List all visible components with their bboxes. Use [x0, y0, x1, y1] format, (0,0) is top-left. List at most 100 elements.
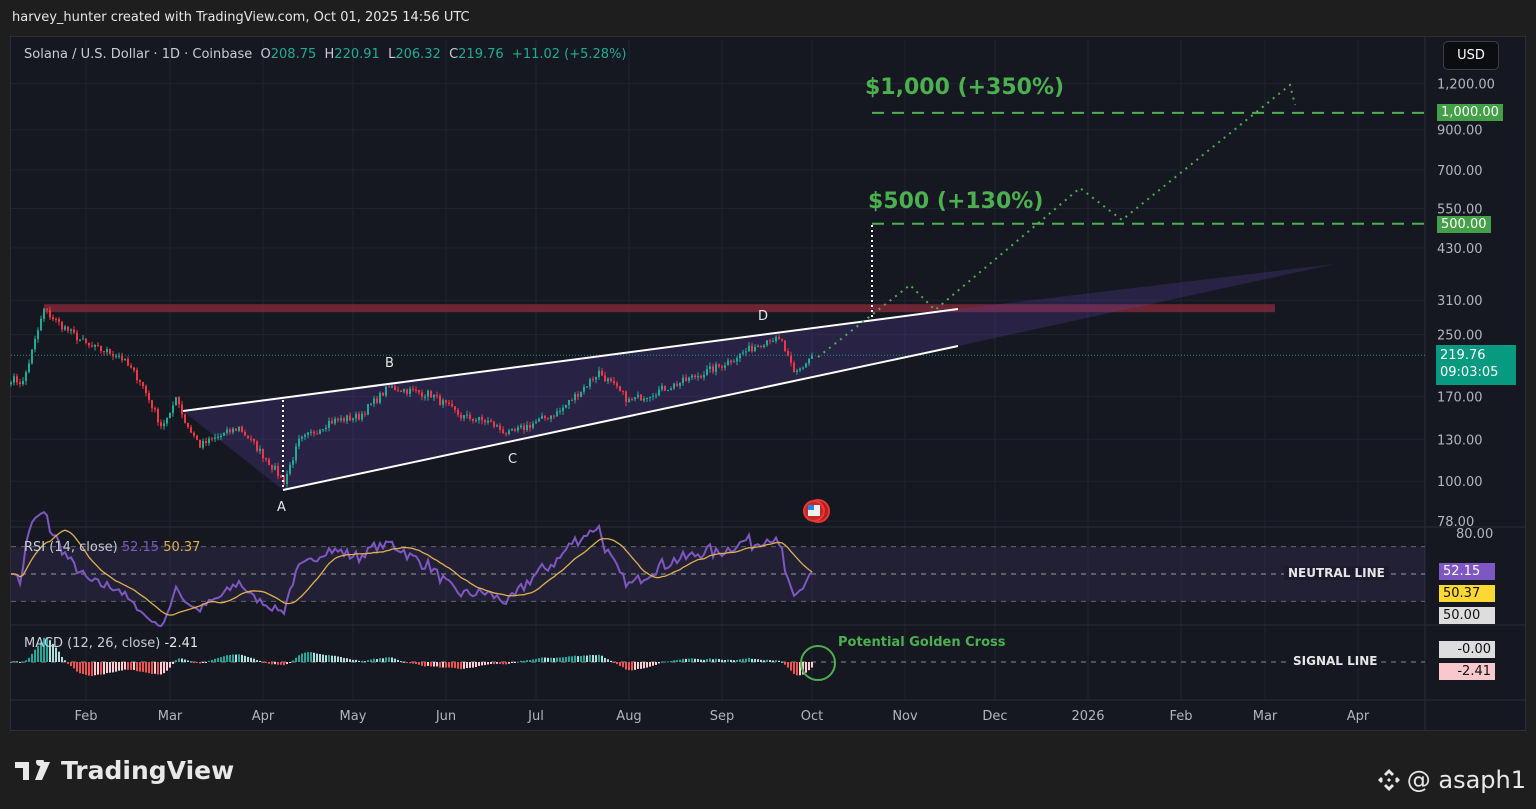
- macd-histogram-bar: [409, 662, 411, 664]
- macd-histogram-bar: [295, 657, 297, 662]
- macd-histogram-bar: [541, 657, 543, 662]
- point-a-label: A: [277, 500, 286, 515]
- candle-body: [568, 400, 570, 406]
- macd-histogram-bar: [403, 661, 405, 663]
- candle-body: [451, 403, 453, 407]
- candle-body: [544, 415, 546, 419]
- macd-histogram-bar: [706, 659, 708, 662]
- macd-signal-badge: -0.00: [1439, 641, 1495, 658]
- candle-body: [583, 386, 585, 392]
- point-d-label: D: [758, 309, 769, 324]
- candle-body: [16, 376, 18, 383]
- symbol-name: Solana / U.S. Dollar · 1D · Coinbase: [24, 47, 253, 62]
- macd-histogram-bar: [316, 653, 318, 662]
- candle-body: [766, 340, 768, 346]
- macd-histogram-bar: [562, 657, 564, 662]
- macd-histogram-bar: [25, 660, 27, 662]
- candle-body: [67, 326, 69, 331]
- macd-histogram-bar: [535, 658, 537, 662]
- macd-histogram-bar: [766, 659, 768, 662]
- chart-canvas[interactable]: 1,200.00900.00700.00550.00430.00310.0025…: [0, 0, 1536, 809]
- price-axis-label: 900.00: [1437, 124, 1483, 139]
- macd-histogram-bar: [754, 658, 756, 662]
- candle-body: [634, 397, 636, 400]
- macd-histogram-bar: [310, 652, 312, 662]
- macd-histogram-bar: [220, 657, 222, 662]
- macd-histogram-bar: [595, 655, 597, 662]
- macd-histogram-bar: [130, 662, 132, 670]
- candle-body: [751, 345, 753, 352]
- macd-histogram-bar: [700, 659, 702, 662]
- candle-body: [715, 364, 717, 372]
- candle-body: [406, 389, 408, 394]
- macd-histogram-bar: [121, 662, 123, 671]
- macd-histogram-bar: [481, 662, 483, 666]
- neutral-line-label: NEUTRAL LINE: [1284, 566, 1389, 580]
- candle-body: [646, 398, 648, 400]
- candle-body: [484, 420, 486, 423]
- macd-histogram-bar: [784, 662, 786, 665]
- macd-histogram-bar: [592, 655, 594, 662]
- candle-body: [598, 370, 600, 378]
- candle-body: [541, 415, 543, 419]
- candle-body: [772, 341, 774, 343]
- candle-body: [343, 418, 345, 422]
- macd-histogram-bar: [757, 659, 759, 662]
- candle-body: [619, 386, 621, 391]
- candle-body: [28, 363, 30, 373]
- candle-body: [589, 379, 591, 387]
- macd-histogram-bar: [358, 660, 360, 662]
- currency-button[interactable]: USD: [1443, 41, 1499, 70]
- candle-body: [352, 418, 354, 421]
- candle-body: [265, 458, 267, 460]
- candle-body: [142, 382, 144, 387]
- candle-body: [757, 346, 759, 348]
- macd-histogram-bar: [325, 655, 327, 662]
- candle-body: [643, 398, 645, 401]
- candle-body: [694, 375, 696, 378]
- candle-body: [301, 436, 303, 439]
- last-price: 219.76: [1440, 348, 1486, 363]
- candle-body: [43, 308, 45, 319]
- candle-body: [622, 390, 624, 392]
- time-axis-label: 2026: [1071, 709, 1104, 724]
- macd-histogram-bar: [790, 662, 792, 671]
- candle-body: [382, 392, 384, 396]
- macd-histogram-bar: [34, 649, 36, 662]
- macd-histogram-bar: [148, 662, 150, 674]
- macd-histogram-bar: [496, 662, 498, 664]
- macd-histogram-bar: [406, 662, 408, 664]
- macd-histogram-bar: [247, 656, 249, 662]
- candle-body: [520, 425, 522, 428]
- candle-body: [628, 399, 630, 403]
- macd-histogram-bar: [808, 662, 810, 671]
- candle-body: [577, 394, 579, 397]
- candle-body: [247, 435, 249, 439]
- candle-body: [613, 381, 615, 384]
- macd-value: -2.41: [164, 636, 199, 651]
- candle-body: [532, 423, 534, 428]
- candle-body: [550, 415, 552, 420]
- macd-histogram-bar: [670, 661, 672, 663]
- macd-histogram-bar: [505, 662, 507, 665]
- candle-body: [145, 386, 147, 394]
- point-b-label: B: [385, 356, 394, 371]
- candle-body: [310, 431, 312, 433]
- watermark-text: @ asaph1: [1406, 766, 1526, 794]
- candle-body: [649, 396, 651, 399]
- candle-body: [136, 370, 138, 381]
- rsi-value: 52.15: [121, 540, 160, 555]
- macd-histogram-bar: [460, 662, 462, 670]
- candle-body: [805, 363, 807, 368]
- macd-histogram-bar: [664, 661, 666, 663]
- candle-body: [238, 426, 240, 431]
- candle-body: [52, 317, 54, 320]
- macd-histogram-bar: [769, 659, 771, 662]
- macd-histogram-bar: [514, 662, 516, 663]
- bar-countdown: 09:03:05: [1440, 365, 1499, 380]
- macd-histogram-bar: [184, 659, 186, 662]
- macd-histogram-bar: [526, 660, 528, 662]
- macd-histogram-bar: [556, 657, 558, 662]
- macd-histogram-bar: [538, 658, 540, 662]
- macd-histogram-bar: [487, 662, 489, 665]
